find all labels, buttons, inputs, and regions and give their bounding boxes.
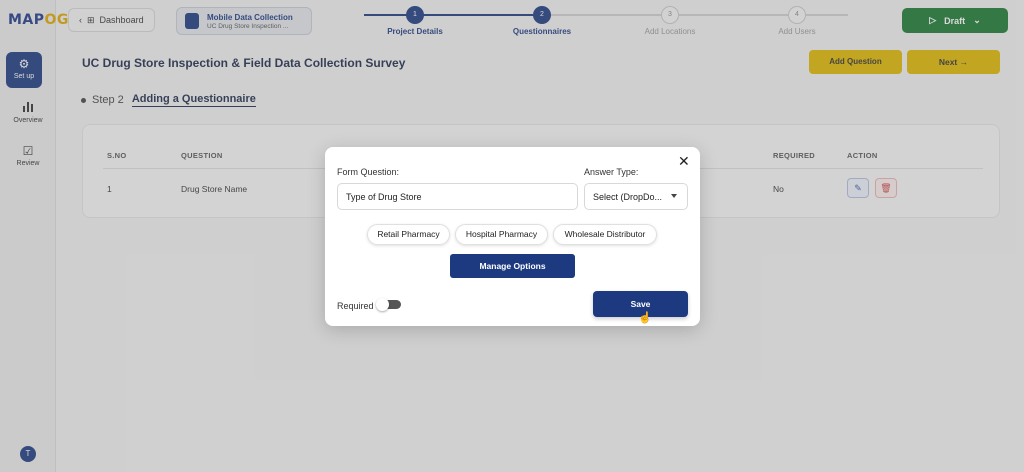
manage-options-button[interactable]: Manage Options (450, 254, 575, 278)
option-chip[interactable]: Hospital Pharmacy (455, 224, 548, 245)
caret-down-icon (671, 194, 677, 198)
answer-type-label: Answer Type: (584, 167, 639, 177)
form-question-label: Form Question: (337, 167, 400, 177)
form-question-input[interactable]: Type of Drug Store (337, 183, 578, 210)
option-chip[interactable]: Wholesale Distributor (553, 224, 657, 245)
hand-cursor-icon: ☝ (638, 312, 652, 324)
required-label: Required (337, 301, 374, 311)
toggle-knob (376, 298, 389, 311)
option-chip[interactable]: Retail Pharmacy (367, 224, 450, 245)
required-toggle[interactable] (376, 298, 401, 311)
add-question-modal: ✕ Form Question: Answer Type: Type of Dr… (325, 147, 700, 326)
close-icon[interactable]: ✕ (678, 153, 690, 170)
answer-type-select[interactable]: Select (DropDo... (584, 183, 688, 210)
